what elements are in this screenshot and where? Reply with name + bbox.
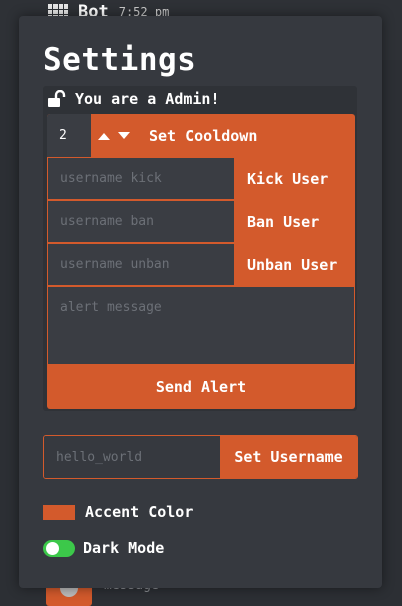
cooldown-row: Set Cooldown — [47, 114, 355, 157]
accent-color-swatch[interactable] — [43, 504, 75, 520]
username-row: Set Username — [43, 435, 358, 479]
kick-username-input[interactable] — [47, 157, 235, 200]
accent-color-label: Accent Color — [85, 503, 194, 521]
cooldown-decrease-icon[interactable] — [117, 129, 131, 143]
admin-controls: Set Cooldown Kick User Ban User Unban Us… — [47, 114, 355, 409]
set-username-button[interactable]: Set Username — [220, 436, 357, 478]
set-cooldown-button[interactable]: Set Cooldown — [149, 127, 257, 145]
dark-mode-row: Dark Mode — [43, 539, 164, 557]
alert-message-input[interactable] — [47, 286, 355, 365]
username-input[interactable] — [44, 436, 220, 478]
ban-user-button[interactable]: Ban User — [247, 200, 319, 243]
send-alert-button[interactable]: Send Alert — [47, 365, 355, 409]
admin-status: You are a Admin! — [47, 90, 220, 108]
toggle-knob — [46, 541, 59, 555]
ban-row: Ban User — [47, 200, 355, 243]
settings-modal: Settings You are a Admin! Set Cooldown — [19, 16, 382, 588]
unlock-icon — [47, 90, 67, 108]
accent-color-row: Accent Color — [43, 503, 193, 521]
dark-mode-label: Dark Mode — [83, 539, 165, 557]
modal-title: Settings — [43, 42, 197, 78]
ban-username-input[interactable] — [47, 200, 235, 243]
admin-status-text: You are a Admin! — [75, 90, 220, 108]
unban-username-input[interactable] — [47, 243, 235, 286]
kick-row: Kick User — [47, 157, 355, 200]
admin-panel: You are a Admin! Set Cooldown Kick User … — [43, 86, 357, 411]
cooldown-increase-icon[interactable] — [97, 129, 111, 143]
dark-mode-toggle[interactable] — [43, 539, 75, 557]
kick-user-button[interactable]: Kick User — [247, 157, 328, 200]
cooldown-input[interactable] — [47, 114, 91, 157]
unban-row: Unban User — [47, 243, 355, 286]
unban-user-button[interactable]: Unban User — [247, 243, 337, 286]
